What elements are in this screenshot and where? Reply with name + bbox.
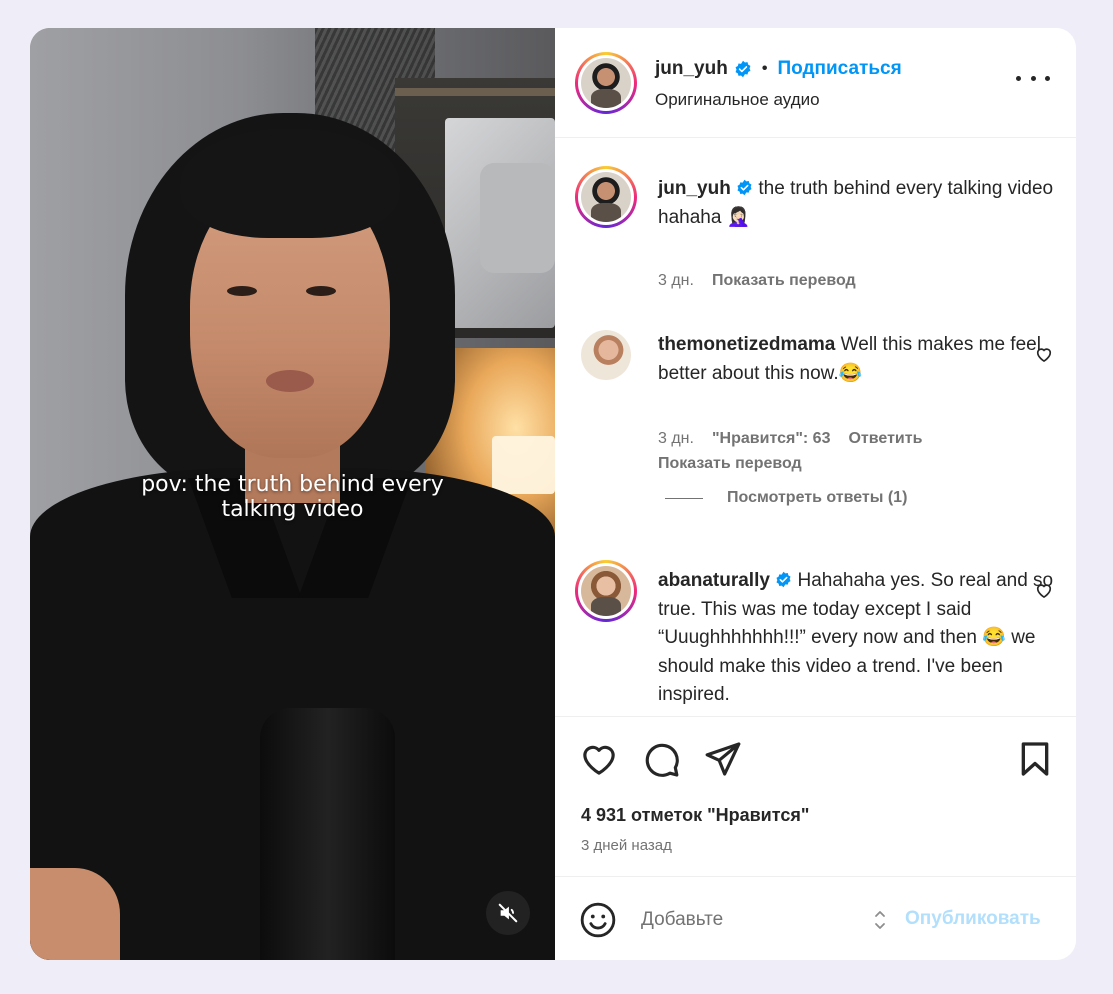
translate-link[interactable]: Показать перевод [712, 272, 856, 290]
original-audio-link[interactable]: Оригинальное аудио [655, 90, 820, 110]
comment-username[interactable]: themonetizedmama [658, 334, 835, 355]
view-replies-button[interactable]: Посмотреть ответы (1) [665, 489, 907, 507]
verified-badge-icon [737, 179, 752, 196]
post-card: pov: the truth behind every talking vide… [30, 28, 1076, 960]
reply-button[interactable]: Ответить [848, 430, 922, 448]
like-heart-icon[interactable] [579, 739, 619, 779]
replies-divider [665, 497, 703, 499]
more-options-icon[interactable] [1016, 68, 1050, 88]
speaker-muted-icon [498, 903, 518, 923]
post-side-panel: jun_yuh • Подписаться Оригинальное аудио [555, 28, 1076, 960]
follow-button[interactable]: Подписаться [777, 58, 901, 80]
translate-link[interactable]: Показать перевод [658, 455, 802, 473]
like-comment-icon[interactable] [1034, 344, 1054, 364]
separator-dot: • [761, 60, 768, 77]
mute-button[interactable] [486, 891, 530, 935]
comments-list[interactable]: jun_yuh the truth behind every talking v… [555, 138, 1076, 716]
video-caption-overlay: pov: the truth behind every talking vide… [141, 472, 444, 522]
verified-badge-icon [776, 571, 791, 588]
post-date: 3 дней назад [581, 837, 672, 854]
comment-composer: Опубликовать [555, 876, 1076, 960]
caption-username[interactable]: jun_yuh [658, 178, 731, 199]
comment-time: 3 дн. [658, 430, 694, 447]
comment-input[interactable] [641, 903, 861, 937]
comment-username[interactable]: abanaturally [658, 570, 770, 591]
post-actions-bar: 4 931 отметок "Нравится" 3 дней назад [555, 716, 1076, 876]
comment-bubble-icon[interactable] [641, 739, 681, 779]
like-comment-icon[interactable] [1034, 580, 1054, 600]
expand-resize-icon[interactable] [873, 907, 887, 933]
caption-author-avatar[interactable] [575, 166, 637, 228]
author-avatar[interactable] [575, 52, 637, 114]
comment-likes-count[interactable]: "Нравится": 63 [712, 430, 831, 448]
post-comment-button[interactable]: Опубликовать [905, 908, 1041, 930]
microphone [260, 708, 395, 960]
verified-badge-icon [735, 60, 751, 78]
emoji-smiley-icon[interactable] [579, 901, 617, 939]
commenter-avatar[interactable] [575, 560, 637, 622]
post-header: jun_yuh • Подписаться Оригинальное аудио [555, 28, 1076, 138]
caption-time: 3 дн. [658, 272, 694, 289]
author-username[interactable]: jun_yuh [655, 58, 728, 80]
likes-count[interactable]: 4 931 отметок "Нравится" [581, 805, 809, 826]
share-paper-plane-icon[interactable] [703, 739, 743, 779]
save-bookmark-icon[interactable] [1015, 739, 1055, 779]
commenter-avatar[interactable] [581, 330, 631, 380]
reel-video[interactable]: pov: the truth behind every talking vide… [30, 28, 555, 960]
